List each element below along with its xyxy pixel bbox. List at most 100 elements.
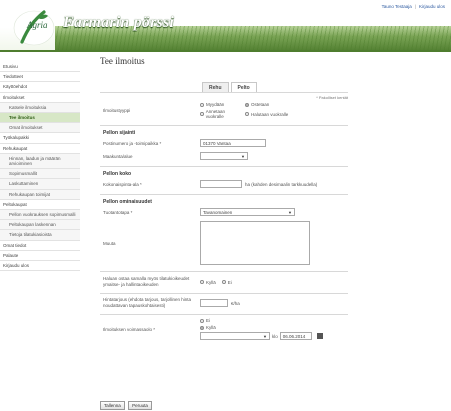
ilmoitustyyppi-label: Ilmoitustyyppi [103, 108, 131, 113]
sidebar-item[interactable]: Tietoja tilatukiasioista [0, 230, 80, 241]
ala-hint: ha (kahden desimaalin tarkkuudella) [245, 181, 318, 187]
radio-label: Ostetaan [251, 102, 270, 107]
sidebar-item[interactable]: Rehukaupan toimijat [0, 189, 80, 200]
sidebar-item[interactable]: Peltokaupan laskennan [0, 220, 80, 231]
main-content: Tee ilmoitus Rehu Pelto * Pakolliset ken… [100, 56, 448, 410]
chevron-down-icon: ▼ [241, 153, 245, 159]
sidebar-item[interactable]: Tee ilmoitus [0, 113, 80, 124]
sidebar-item[interactable]: Työkalupakki [0, 133, 80, 144]
chevron-down-icon: ▼ [263, 333, 267, 339]
maakunta-label: Maakunta/alue [103, 153, 133, 159]
radio-icon [245, 112, 249, 116]
sidebar-item[interactable]: Hinnan, laadun ja määrän arvioiminen [0, 153, 80, 170]
header-divider [0, 50, 451, 52]
hintatarjous-unit: €/ha [231, 300, 240, 306]
sidebar-item[interactable]: Sopimusmallit [0, 169, 80, 180]
sidebar-item[interactable]: Kirjaudu ulos [0, 261, 80, 272]
voimassa-row: Ilmoituksen voimassaolo * Ei Kyllä ▼ klo… [100, 318, 348, 340]
ala-label: Kokonaispinta-ala * [103, 181, 142, 187]
radio-label: Halutaan vuokralle [251, 111, 289, 117]
radio-icon [200, 112, 204, 116]
chevron-down-icon: ▼ [288, 209, 292, 215]
tuotantotapa-value: Tavanomainen [203, 209, 233, 215]
radio-voimassa-ei[interactable]: Ei [200, 318, 317, 323]
sidebar-item[interactable]: Palaute [0, 251, 80, 262]
sidebar-item[interactable]: Tiedotteet [0, 72, 80, 83]
ominaisuudet-section: Pellon ominaisuudet Tuotantotapa * Tavan… [100, 194, 348, 265]
hintatarjous-label: Hintatarjous (ehdota tarjous, tarjolline… [103, 297, 192, 308]
radio-tilatuki-ei[interactable]: Ei [221, 279, 232, 285]
save-button[interactable]: Tallenna [100, 401, 125, 410]
user-bar: Tauno Testaaja | Kirjaudu ulos [0, 0, 451, 12]
maakunta-select[interactable]: ▼ [200, 152, 248, 160]
radio-voimassa-kylla[interactable]: Kyllä [200, 325, 317, 330]
radio-ostetaan[interactable]: Ostetaan [245, 102, 299, 107]
radio-label: Myydään [206, 102, 225, 107]
hintatarjous-input[interactable] [200, 299, 228, 307]
sidebar-item[interactable]: Ilmoitukset [0, 93, 80, 103]
date-input[interactable]: 06.06.2014 [279, 332, 312, 340]
muuta-textarea[interactable] [200, 221, 310, 265]
radio-selected-icon [200, 325, 204, 330]
radio-icon [200, 318, 204, 323]
sidebar-item[interactable]: Katsele ilmoituksia [0, 102, 80, 114]
ilmoitustyyppi-options: Myydään Ostetaan Annetaan vuokralle Halu… [200, 102, 305, 119]
radio-tilatuki-kylla[interactable]: Kyllä [200, 280, 216, 285]
tuotantotapa-label: Tuotantotapa * [103, 209, 133, 215]
radio-label: Annetaan vuokralle [205, 109, 226, 119]
sijainti-title: Pellon sijainti [103, 130, 136, 136]
radio-label: Kyllä [206, 325, 216, 330]
muuta-label: Muuta [103, 240, 116, 246]
maakunta-row: Maakunta/alue ▼ [100, 151, 348, 161]
hintatarjous-section: Hintatarjous (ehdota tarjous, tarjolline… [100, 293, 348, 309]
postinumero-input[interactable]: 01370 Vantaa [200, 139, 266, 147]
page-title: Tee ilmoitus [100, 56, 145, 66]
calendar-icon[interactable] [316, 333, 323, 339]
radio-annetaan-vuokralle[interactable]: Annetaan vuokralle [200, 109, 239, 119]
radio-halutaan-vuokralle[interactable]: Halutaan vuokralle [245, 109, 299, 119]
radio-myydaan[interactable]: Myydään [200, 102, 239, 107]
koko-title: Pellon koko [103, 171, 132, 177]
tilatuki-row: Haluan ostaa samalla myös tilatukioikeud… [100, 276, 348, 288]
tilatuki-label: Haluan ostaa samalla myös tilatukioikeud… [103, 276, 190, 287]
sidebar-item[interactable]: Omat tiedot [0, 241, 80, 251]
radio-icon [200, 102, 204, 107]
logout-link[interactable]: Kirjaudu ulos [419, 4, 445, 9]
tuotantotapa-select[interactable]: Tavanomainen ▼ [200, 208, 295, 216]
sidebar-item[interactable]: Laskuttaminen [0, 179, 80, 190]
ominaisuudet-title: Pellon ominaisuudet [103, 199, 152, 205]
koko-section: Pellon koko Kokonaispinta-ala * ha (kahd… [100, 166, 348, 189]
user-bar-separator: | [414, 3, 416, 9]
user-name[interactable]: Tauno Testaaja [382, 4, 412, 9]
sidebar-item[interactable]: Käyttöehdot [0, 82, 80, 93]
voimassa-date-row: ▼ klo 06.06.2014 [200, 332, 323, 340]
muuta-row: Muuta [100, 221, 348, 265]
voimassa-section: Ilmoituksen voimassaolo * Ei Kyllä ▼ klo… [100, 314, 348, 340]
tilatuki-section: Haluan ostaa samalla myös tilatukioikeud… [100, 271, 348, 288]
voimassa-controls: Ei Kyllä ▼ klo 06.06.2014 [200, 318, 323, 340]
cancel-button[interactable]: Peruuta [128, 401, 152, 410]
ala-input[interactable] [200, 180, 242, 188]
tuotantotapa-row: Tuotantotapa * Tavanomainen ▼ [100, 207, 348, 217]
radio-label: Ei [227, 279, 232, 285]
postinumero-row: Postinumero ja -toimipaikka * 01370 Vant… [100, 138, 348, 148]
required-note: * Pakolliset kentät [316, 95, 348, 100]
sidebar-item[interactable]: Pellon vuokrauksen sopimusmalli [0, 210, 80, 221]
postinumero-label: Postinumero ja -toimipaikka * [103, 140, 162, 146]
sidebar-item[interactable]: Omat ilmoitukset [0, 123, 80, 134]
sidebar-item[interactable]: Etusivu [0, 62, 80, 73]
ilmoitustyyppi-row: Ilmoitustyyppi Myydään Ostetaan Annetaan… [100, 93, 348, 119]
hintatarjous-row: Hintatarjous (ehdota tarjous, tarjolline… [100, 297, 348, 309]
radio-icon [200, 280, 204, 284]
sidebar-item[interactable]: Peltokaupat [0, 200, 80, 211]
logo-text: Agria [27, 20, 48, 30]
sidebar-nav: Etusivu Tiedotteet Käyttöehdot Ilmoitukset K… [0, 62, 80, 272]
radio-label: Ei [206, 318, 211, 323]
date-prefix: klo [272, 333, 278, 339]
voimassa-select[interactable]: ▼ [200, 332, 270, 340]
form-buttons: Tallenna Peruuta [100, 401, 154, 410]
radio-selected-icon [245, 102, 249, 107]
sidebar-item[interactable]: Rehukaupat [0, 144, 80, 154]
ala-row: Kokonaispinta-ala * ha (kahden desimaali… [100, 179, 348, 189]
voimassa-label: Ilmoituksen voimassaolo * [103, 327, 156, 332]
